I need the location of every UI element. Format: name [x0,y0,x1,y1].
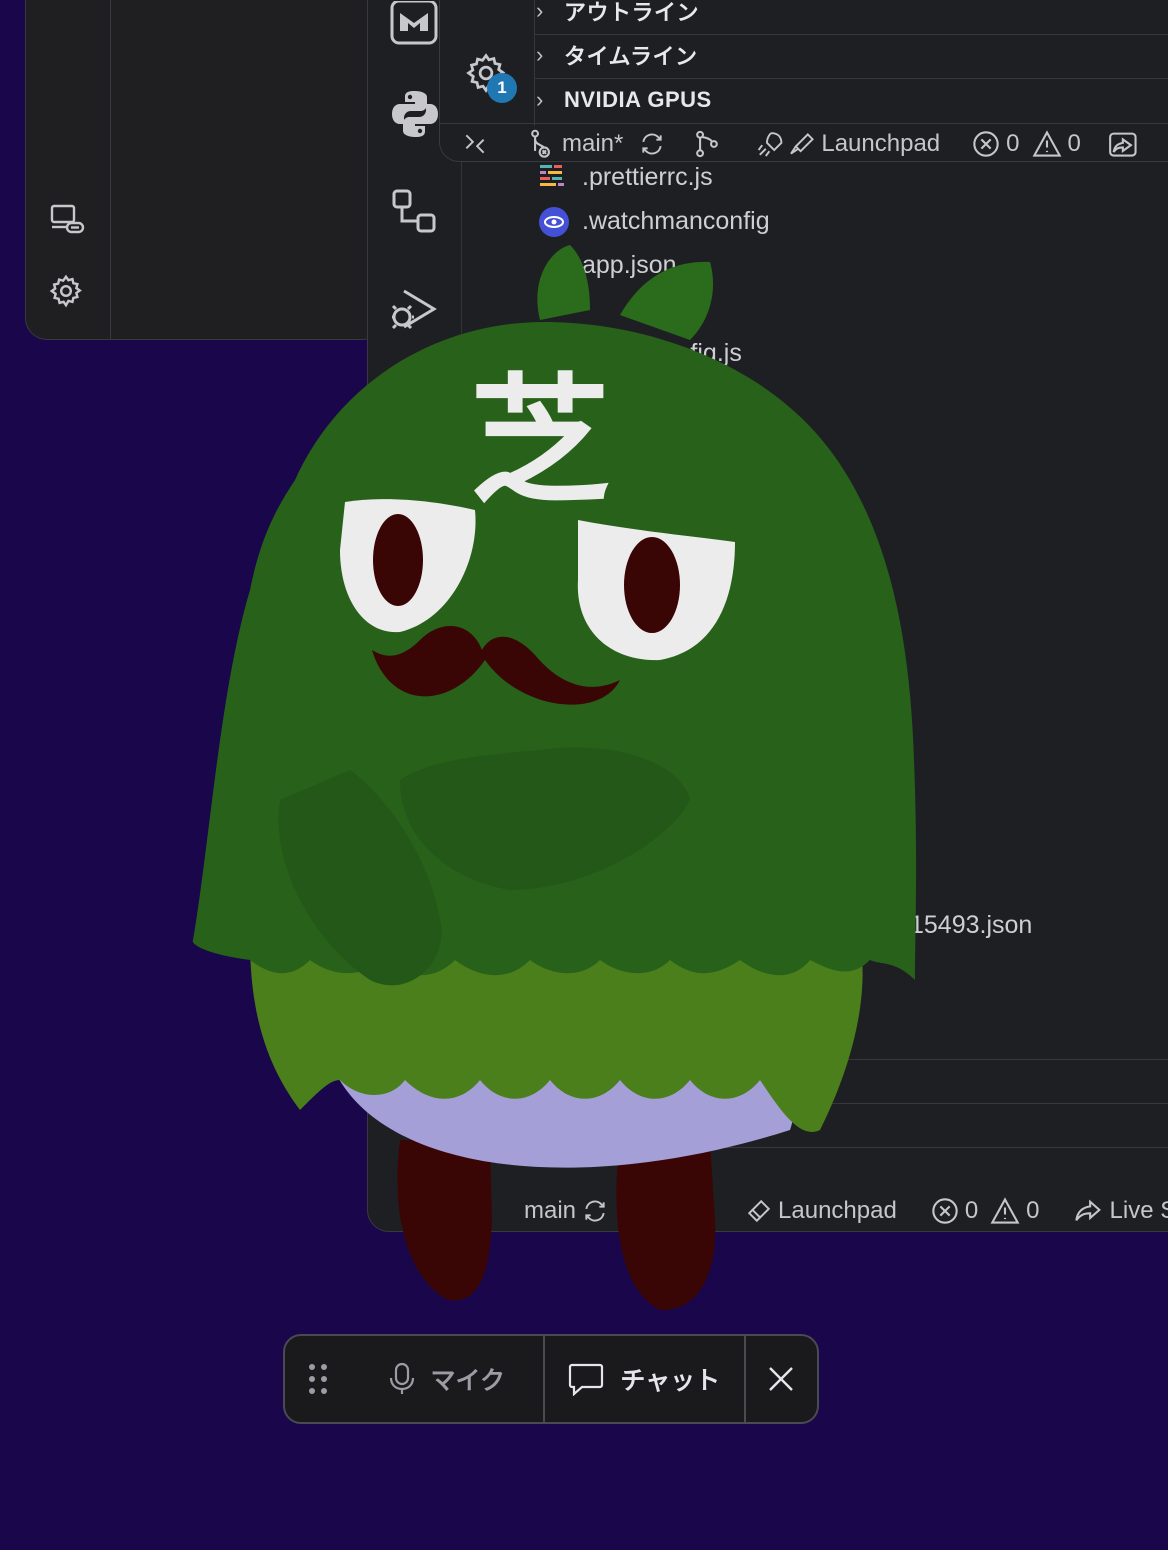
sync-icon[interactable] [639,131,665,157]
chat-button[interactable]: チャット [545,1336,746,1422]
section-timeline[interactable]: › タイムライン [536,33,697,77]
remote-icon[interactable] [462,131,522,157]
file-prettierrc[interactable]: .prettierrc.js [582,163,713,192]
status-bar: main* Launchpad 0 0 [462,126,1139,162]
live-share-label: Live Sh [1109,1197,1168,1224]
chevron-right-icon: › [536,87,544,112]
branch-indicator[interactable]: main* [528,129,665,159]
section-nvidia-gpus[interactable]: › NVIDIA GPUS [536,78,712,122]
chevron-right-icon: › [536,0,544,23]
assistant-control-bar: マイク チャット [283,1334,819,1424]
section-label: タイムライン [564,44,698,69]
launchpad-icon [755,129,815,159]
warning-icon [990,1197,1020,1225]
error-count: 0 [1006,130,1020,157]
sidebar-divider [534,0,535,126]
file-watchmanconfig[interactable]: .watchmanconfig [582,207,770,236]
mascot-character[interactable]: 芝 [190,240,930,1320]
drag-handle-icon [307,1362,329,1396]
status-divider [440,123,1168,124]
python-icon[interactable] [390,89,440,139]
section-outline[interactable]: › アウトライン [536,0,699,33]
error-icon [972,130,1000,158]
mascot-right-leg [616,1140,716,1311]
branch-name: main* [562,130,624,157]
warning-icon [1032,130,1062,158]
error-icon [931,1197,959,1225]
metro-extension-icon[interactable] [390,1,438,45]
problems-item[interactable]: 0 0 [931,1197,1040,1225]
mascot-sprout [537,245,590,320]
git-branch-icon [528,129,556,159]
mascot-left-leg [397,1140,492,1301]
front-panel: 1 › アウトライン › タイムライン › NVIDIA GPUS main* [439,0,1168,162]
mascot-kanji: 芝 [470,361,610,524]
warning-count: 0 [1067,130,1081,157]
chat-bubble-icon [568,1362,604,1396]
microphone-icon [389,1362,415,1396]
section-label: アウトライン [564,0,700,25]
problems-item[interactable]: 0 0 [972,130,1081,158]
chevron-right-icon: › [536,42,544,67]
settings-badge: 1 [487,73,517,103]
mic-button[interactable]: マイク [351,1336,546,1422]
prettier-icon [540,163,568,191]
git-graph-icon[interactable] [693,129,721,159]
launchpad-label: Launchpad [821,130,941,157]
gear-icon[interactable] [48,273,84,309]
close-icon [767,1365,795,1393]
warning-count: 0 [1026,1197,1040,1224]
mic-label: マイク [430,1367,506,1395]
live-share-icon[interactable] [1108,130,1139,158]
close-button[interactable] [746,1336,817,1422]
remote-link-icon[interactable] [49,203,87,237]
live-share-icon [1074,1197,1104,1225]
watchman-icon [538,206,570,238]
launchpad-item[interactable]: Launchpad [755,129,940,159]
live-share-item[interactable]: Live Sh [1074,1197,1168,1225]
drag-handle[interactable] [285,1336,351,1422]
chat-label: チャット [620,1367,721,1395]
error-count: 0 [964,1197,979,1224]
section-label: NVIDIA GPUS [564,87,712,112]
source-control-graph-icon[interactable] [392,189,438,235]
